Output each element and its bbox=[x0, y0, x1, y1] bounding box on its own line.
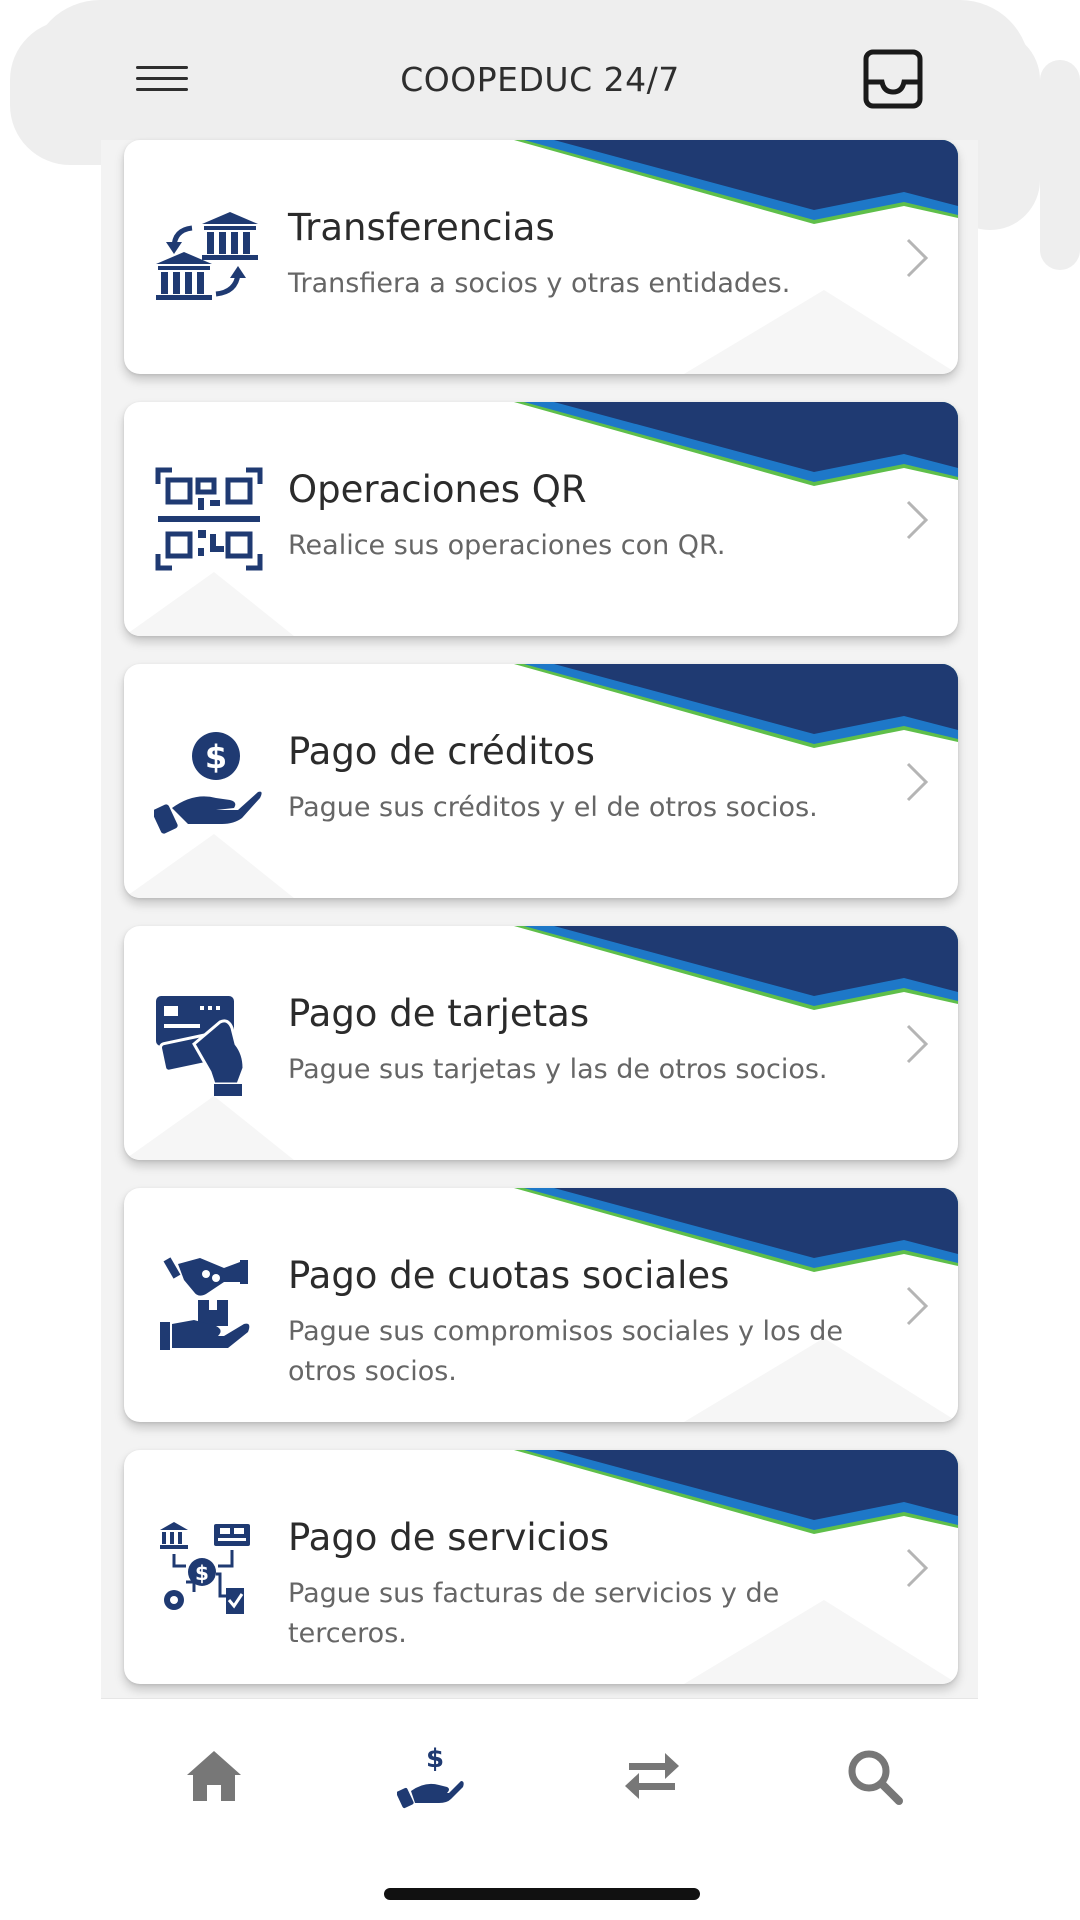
card-description: Pague sus facturas de servicios y de ter… bbox=[288, 1578, 780, 1649]
card-title: Transferencias bbox=[288, 206, 555, 249]
app-screen: COOPEDUC 24/7 Transferencias Transfiera … bbox=[0, 0, 1080, 1920]
chevron-right-icon bbox=[906, 500, 929, 540]
inbox-icon[interactable] bbox=[862, 48, 924, 110]
search-icon[interactable] bbox=[839, 1741, 909, 1811]
transfer-arrows-icon[interactable] bbox=[617, 1741, 687, 1811]
card-description: Transfiera a socios y otras entidades. bbox=[288, 268, 791, 299]
svg-text:$: $ bbox=[426, 1744, 444, 1774]
hamburger-menu-icon[interactable] bbox=[130, 58, 196, 100]
menu-card-pago-servicios[interactable]: $ Pago de servicios Pague sus facturas d… bbox=[124, 1450, 958, 1684]
hand-dollar-icon[interactable]: $ bbox=[396, 1741, 467, 1811]
card-title: Pago de cuotas sociales bbox=[288, 1254, 730, 1297]
chevron-right-icon bbox=[906, 238, 929, 278]
menu-card-transferencias[interactable]: Transferencias Transfiera a socios y otr… bbox=[124, 140, 958, 374]
app-title: COOPEDUC 24/7 bbox=[400, 60, 680, 99]
bottom-navigation-bar: $ bbox=[101, 1698, 978, 1849]
chevron-right-icon bbox=[906, 762, 929, 802]
bank-transfer-icon bbox=[154, 202, 264, 312]
chevron-right-icon bbox=[906, 1024, 929, 1064]
home-icon[interactable] bbox=[179, 1741, 249, 1811]
menu-card-pago-tarjetas[interactable]: Pago de tarjetas Pague sus tarjetas y la… bbox=[124, 926, 958, 1160]
app-header: COOPEDUC 24/7 bbox=[0, 0, 1080, 160]
handshake-box-icon bbox=[154, 1250, 264, 1360]
menu-card-operaciones-qr[interactable]: Operaciones QR Realice sus operaciones c… bbox=[124, 402, 958, 636]
card-description: Realice sus operaciones con QR. bbox=[288, 530, 726, 561]
menu-card-pago-creditos[interactable]: $ Pago de créditos Pague sus créditos y … bbox=[124, 664, 958, 898]
card-title: Operaciones QR bbox=[288, 468, 587, 511]
card-description: Pague sus créditos y el de otros socios. bbox=[288, 792, 818, 823]
qr-scan-icon bbox=[154, 464, 264, 574]
card-description: Pague sus tarjetas y las de otros socios… bbox=[288, 1054, 828, 1085]
card-description: Pague sus compromisos sociales y los de … bbox=[288, 1316, 843, 1387]
svg-text:$: $ bbox=[205, 738, 227, 776]
menu-card-pago-cuotas-sociales[interactable]: Pago de cuotas sociales Pague sus compro… bbox=[124, 1188, 958, 1422]
chevron-right-icon bbox=[906, 1286, 929, 1326]
card-title: Pago de servicios bbox=[288, 1516, 610, 1559]
card-title: Pago de créditos bbox=[288, 730, 595, 773]
services-payment-icon: $ bbox=[154, 1512, 264, 1622]
hand-coin-icon: $ bbox=[152, 726, 264, 836]
home-indicator bbox=[384, 1888, 700, 1900]
svg-text:$: $ bbox=[195, 1561, 209, 1585]
card-payment-icon bbox=[154, 988, 264, 1098]
chevron-right-icon bbox=[906, 1548, 929, 1588]
card-title: Pago de tarjetas bbox=[288, 992, 590, 1035]
